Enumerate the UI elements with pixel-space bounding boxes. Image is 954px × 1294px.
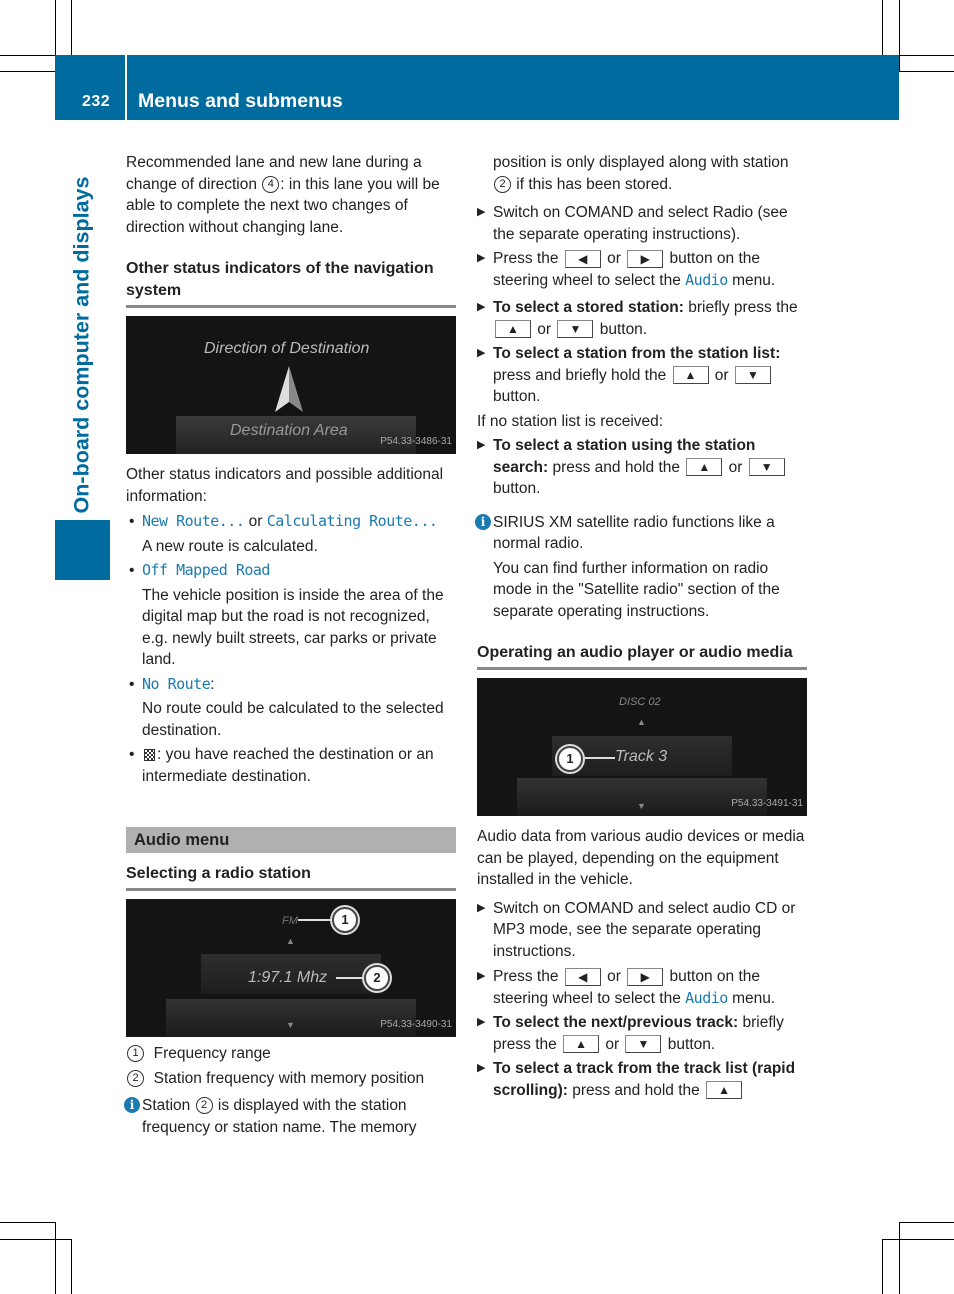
callout-2: 2 xyxy=(364,965,390,991)
page-header: 232 Menus and submenus xyxy=(55,55,899,120)
list-item: : you have reached the destination or an… xyxy=(126,744,456,787)
direction-arrow-icon xyxy=(275,366,303,412)
up-button-key: ▲ xyxy=(563,1035,600,1054)
heading-status-indicators: Other status indicators of the navigatio… xyxy=(126,258,456,308)
crop-mark xyxy=(71,1239,72,1294)
crop-mark xyxy=(899,71,954,72)
step-arrow-icon: ▶ xyxy=(477,1062,486,1074)
step-arrow-icon: ▶ xyxy=(477,1016,486,1028)
instruction-step: ▶ To select a station from the station l… xyxy=(477,345,781,405)
checkered-flag-icon xyxy=(144,748,155,761)
page-title: Menus and submenus xyxy=(138,90,343,112)
figure-radio-station: FM 1 ▲ 1:97.1 Mhz 2 ▼ P54.33-3490-31 xyxy=(126,899,456,1037)
crop-mark xyxy=(55,0,56,55)
step-arrow-icon: ▶ xyxy=(477,970,486,982)
heading-selecting-radio-station: Selecting a radio station xyxy=(126,863,456,891)
legend: 1 Frequency range 2 Station frequency wi… xyxy=(126,1043,456,1089)
audio-intro: Audio data from various audio devices or… xyxy=(477,828,805,888)
instruction-step: ▶ To select a station using the station … xyxy=(477,435,807,500)
up-button-key: ▲ xyxy=(706,1081,743,1100)
step-arrow-icon: ▶ xyxy=(477,439,486,451)
step-arrow-icon: ▶ xyxy=(477,301,486,313)
list-item: Off Mapped Road The vehicle position is … xyxy=(126,560,456,671)
instruction-step: ▶ Press the ◀ or ▶ button on the steerin… xyxy=(477,967,776,1007)
intro-paragraph: Recommended lane and new lane during a c… xyxy=(126,154,440,236)
crop-mark xyxy=(882,1239,883,1294)
crop-mark xyxy=(899,1222,954,1223)
info-note: i Station 2 is displayed with the statio… xyxy=(124,1095,456,1138)
left-button-key: ◀ xyxy=(564,249,601,268)
info-note: i SIRIUS XM satellite radio functions li… xyxy=(475,512,807,623)
no-station-list-text: If no station list is received: xyxy=(477,412,664,430)
right-button-key: ▶ xyxy=(627,249,664,268)
instruction-step: ▶ To select a track from the track list … xyxy=(477,1060,796,1100)
crop-mark xyxy=(0,1222,55,1223)
crop-mark xyxy=(0,71,55,72)
instruction-step: ▶ To select the next/previous track: bri… xyxy=(477,1014,784,1054)
legend-item: 1 Frequency range xyxy=(126,1043,456,1065)
step-arrow-icon: ▶ xyxy=(477,347,486,359)
info-note-continued: position is only displayed along with st… xyxy=(493,154,789,193)
instruction-step: ▶ Switch on COMAND and select audio CD o… xyxy=(477,899,796,960)
figure-audio-track: DISC 02 ▲ 1 Track 3 ▼ P54.33-3491-31 xyxy=(477,678,807,816)
crop-mark xyxy=(899,1222,900,1294)
figure-title: Direction of Destination xyxy=(204,340,370,357)
list-item: New Route... or Calculating Route... A n… xyxy=(126,511,456,557)
step-arrow-icon: ▶ xyxy=(477,206,486,218)
instruction-step: ▶ To select a stored station: briefly pr… xyxy=(477,299,798,339)
section-title-audio-menu: Audio menu xyxy=(126,827,456,853)
figure-code: P54.33-3491-31 xyxy=(731,797,803,809)
arrow-up-icon: ▲ xyxy=(286,936,295,946)
right-column: position is only displayed along with st… xyxy=(475,152,807,1101)
up-button-key: ▲ xyxy=(495,320,531,339)
band-label: FM xyxy=(282,915,298,927)
instruction-step: ▶ Switch on COMAND and select Radio (see… xyxy=(477,204,788,243)
figure-direction-of-destination: Direction of Destination Destination Are… xyxy=(126,316,456,454)
track-label: Track 3 xyxy=(615,748,668,765)
down-button-key: ▼ xyxy=(748,458,785,477)
crop-mark xyxy=(0,55,55,56)
callout-4: 4 xyxy=(262,175,280,193)
info-icon: i xyxy=(475,513,491,530)
up-button-key: ▲ xyxy=(686,458,723,477)
crop-mark xyxy=(882,0,883,55)
frequency-label: 1:97.1 Mhz xyxy=(248,969,328,986)
page-number: 232 xyxy=(82,93,111,110)
callout-1: 1 xyxy=(332,907,358,933)
figure-code: P54.33-3486-31 xyxy=(380,435,452,447)
info-icon: i xyxy=(124,1097,140,1113)
crop-mark xyxy=(0,1239,71,1240)
disc-label: DISC 02 xyxy=(619,696,661,708)
crop-mark xyxy=(899,0,900,71)
instruction-step: ▶ Press the ◀ or ▶ button on the steerin… xyxy=(477,249,776,289)
right-button-key: ▶ xyxy=(627,967,664,986)
header-divider xyxy=(125,55,127,120)
callout-1: 1 xyxy=(557,746,583,772)
down-button-key: ▼ xyxy=(734,366,771,385)
arrow-up-icon: ▲ xyxy=(637,717,646,727)
left-column: Recommended lane and new lane during a c… xyxy=(124,152,456,1138)
figure-subtitle: Destination Area xyxy=(230,422,348,439)
up-button-key: ▲ xyxy=(672,366,709,385)
crop-mark xyxy=(71,0,72,55)
legend-item: 2 Station frequency with memory position xyxy=(126,1068,456,1090)
arrow-down-icon: ▼ xyxy=(637,801,646,811)
list-item: No Route: No route could be calculated t… xyxy=(126,674,456,742)
step-arrow-icon: ▶ xyxy=(477,901,486,914)
status-intro: Other status indicators and possible add… xyxy=(126,466,444,505)
left-button-key: ◀ xyxy=(564,967,601,986)
arrow-down-icon: ▼ xyxy=(286,1020,295,1030)
chapter-tab xyxy=(55,520,110,580)
heading-audio-player: Operating an audio player or audio media xyxy=(477,642,807,670)
crop-mark xyxy=(55,1222,56,1294)
crop-mark xyxy=(882,1239,954,1240)
crop-mark xyxy=(899,55,954,56)
figure-code: P54.33-3490-31 xyxy=(380,1018,452,1030)
down-button-key: ▼ xyxy=(557,320,594,339)
chapter-label: On-board computer and displays xyxy=(69,176,94,514)
down-button-key: ▼ xyxy=(625,1035,662,1054)
step-arrow-icon: ▶ xyxy=(477,252,486,264)
